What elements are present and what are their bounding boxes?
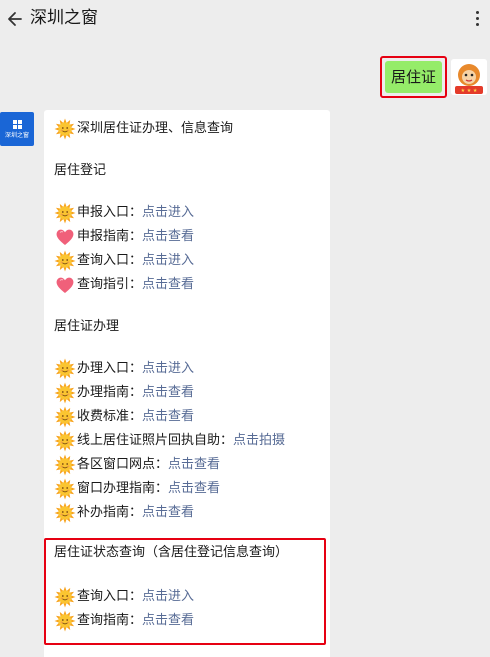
sun-emoji-icon bbox=[54, 610, 76, 632]
list-item: 查询指南： 点击查看 bbox=[54, 609, 194, 633]
list-item: 线上居住证照片回执自助： 点击拍摄 bbox=[54, 429, 285, 453]
section-heading-residence-registration: 居住登记 bbox=[54, 163, 107, 178]
link-click-view[interactable]: 点击查看 bbox=[168, 453, 220, 477]
link-click-view[interactable]: 点击查看 bbox=[168, 477, 220, 501]
link-click-enter[interactable]: 点击进入 bbox=[142, 201, 194, 225]
sun-emoji-icon bbox=[54, 478, 76, 500]
user-message-bubble[interactable]: 居住证 bbox=[385, 61, 442, 93]
user-avatar-image: ★ ★ ★ bbox=[451, 59, 487, 95]
sun-emoji-icon bbox=[54, 382, 76, 404]
link-click-view[interactable]: 点击查看 bbox=[142, 501, 194, 525]
list-item: 查询入口： 点击进入 bbox=[54, 585, 194, 609]
link-click-view[interactable]: 点击查看 bbox=[142, 381, 194, 405]
sun-emoji-icon bbox=[54, 502, 76, 524]
list-item: 办理入口： 点击进入 bbox=[54, 357, 194, 381]
link-click-shoot[interactable]: 点击拍摄 bbox=[233, 429, 285, 453]
link-click-enter[interactable]: 点击进入 bbox=[142, 249, 194, 273]
link-click-view[interactable]: 点击查看 bbox=[142, 225, 194, 249]
sun-emoji-icon bbox=[54, 586, 76, 608]
section-heading-residence-permit: 居住证办理 bbox=[54, 319, 120, 334]
back-arrow-icon[interactable] bbox=[4, 9, 24, 29]
list-item: 申报入口： 点击进入 bbox=[54, 201, 194, 225]
list-item: 补办指南： 点击查看 bbox=[54, 501, 194, 525]
list-item: 查询入口： 点击进入 bbox=[54, 249, 194, 273]
list-item: 收费标准： 点击查看 bbox=[54, 405, 194, 429]
heart-emoji-icon bbox=[54, 274, 76, 296]
link-click-view[interactable]: 点击查看 bbox=[142, 273, 194, 297]
list-item: 查询指引： 点击查看 bbox=[54, 273, 194, 297]
link-click-enter[interactable]: 点击进入 bbox=[142, 357, 194, 381]
list-item: 窗口办理指南： 点击查看 bbox=[54, 477, 220, 501]
list-item: 申报指南： 点击查看 bbox=[54, 225, 194, 249]
sun-emoji-icon bbox=[54, 430, 76, 452]
sun-emoji-icon bbox=[54, 202, 76, 224]
sun-emoji-icon bbox=[54, 118, 76, 140]
more-icon[interactable] bbox=[470, 8, 484, 28]
section-heading-status-query: 居住证状态查询（含居住登记信息查询） bbox=[54, 545, 289, 560]
heart-emoji-icon bbox=[54, 226, 76, 248]
chat-title: 深圳之窗 bbox=[30, 8, 98, 28]
account-avatar-label: 深圳之窗 bbox=[4, 132, 29, 139]
link-click-view[interactable]: 点击查看 bbox=[142, 609, 194, 633]
sun-emoji-icon bbox=[54, 358, 76, 380]
message-card: 深圳居住证办理、信息查询 居住登记 申报入口： 点击进入 申报指南： 点击查看 … bbox=[44, 110, 330, 657]
sun-emoji-icon bbox=[54, 406, 76, 428]
card-intro: 深圳居住证办理、信息查询 bbox=[54, 117, 233, 141]
user-message-highlight: 居住证 bbox=[380, 56, 447, 98]
user-avatar[interactable]: ★ ★ ★ bbox=[451, 59, 487, 95]
svg-text:★ ★ ★: ★ ★ ★ bbox=[461, 88, 478, 94]
sun-emoji-icon bbox=[54, 454, 76, 476]
link-click-enter[interactable]: 点击进入 bbox=[142, 585, 194, 609]
sun-emoji-icon bbox=[54, 250, 76, 272]
chat-header: 深圳之窗 bbox=[0, 0, 490, 40]
logo-grid-icon bbox=[13, 120, 22, 129]
list-item: 各区窗口网点： 点击查看 bbox=[54, 453, 220, 477]
link-click-view[interactable]: 点击查看 bbox=[142, 405, 194, 429]
account-avatar[interactable]: 深圳之窗 bbox=[0, 112, 34, 146]
list-item: 办理指南： 点击查看 bbox=[54, 381, 194, 405]
